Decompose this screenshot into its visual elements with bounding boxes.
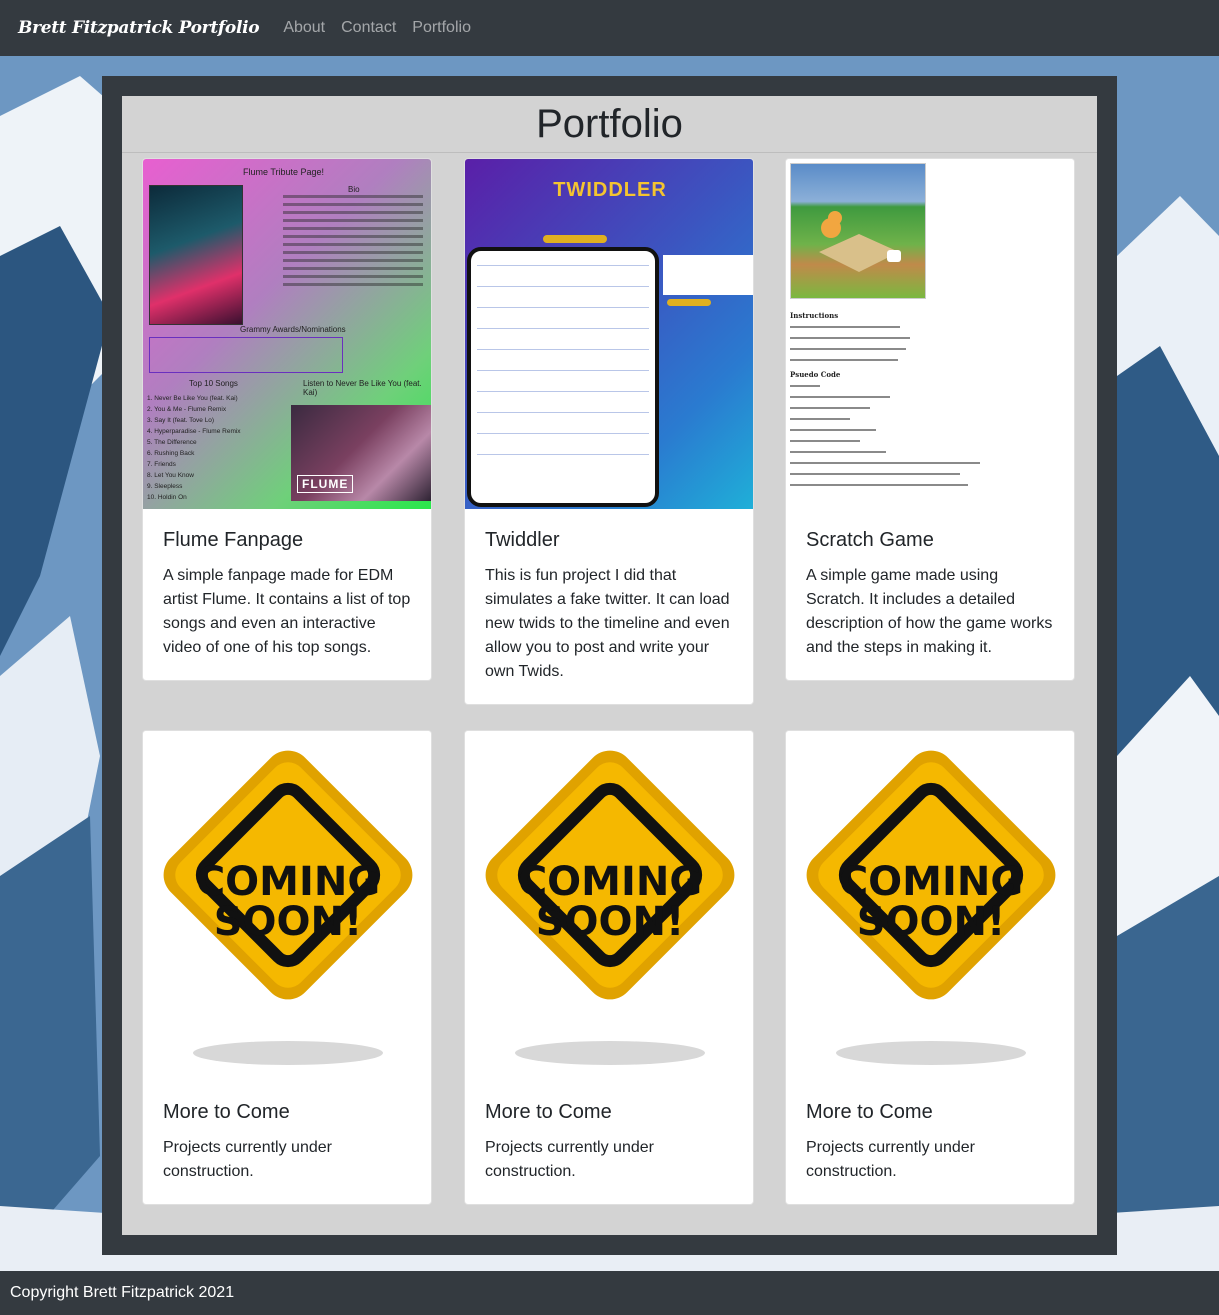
card-text: A simple fanpage made for EDM artist Flu…: [163, 567, 411, 656]
card-text: Projects currently under construction.: [163, 1139, 332, 1180]
flume-awards-table: [149, 337, 343, 373]
card-body: More to Come Projects currently under co…: [786, 1081, 1074, 1204]
flume-video-embed: FLUME: [291, 405, 431, 501]
portfolio-panel: Portfolio Flume Tribute Page! Bio Grammy…: [122, 96, 1097, 1235]
twiddler-post-button-graphic: [667, 299, 711, 306]
card-title: More to Come: [163, 1101, 290, 1123]
nav-link-about[interactable]: About: [283, 19, 325, 37]
card-text: Projects currently under construction.: [485, 1139, 654, 1180]
twiddler-post-form-graphic: [663, 255, 753, 295]
flume-screenshot-image: Flume Tribute Page! Bio Grammy Awards/No…: [143, 159, 431, 509]
twiddler-timeline-graphic: [467, 247, 659, 507]
project-card-twiddler[interactable]: TWIDDLER Twiddler This is fun project I …: [464, 158, 754, 705]
flume-thumb-heading: Flume Tribute Page!: [243, 167, 325, 177]
twiddler-thumb-title: TWIDDLER: [553, 179, 667, 201]
flume-artist-photo: [149, 185, 243, 325]
coming-soon-sign-image: COMING SOON!: [465, 731, 753, 1081]
twiddler-screenshot-image: TWIDDLER: [465, 159, 753, 509]
project-card-coming-soon-2[interactable]: COMING SOON! More to Come Projects curre…: [464, 730, 754, 1205]
flume-video-logo: FLUME: [297, 475, 354, 493]
coming-soon-sign-icon: COMING SOON!: [485, 750, 735, 1065]
scratch-instructions-text: Instructions Psuedo Code: [790, 311, 990, 495]
card-body: Twiddler This is fun project I did that …: [465, 509, 753, 704]
flume-songs-list: 1. Never Be Like You (feat. Kai) 2. You …: [147, 395, 241, 501]
coming-soon-sign-icon: COMING SOON!: [163, 750, 413, 1065]
card-title: Twiddler: [485, 529, 560, 551]
svg-text:SOON!: SOON!: [536, 899, 685, 945]
project-card-coming-soon-3[interactable]: COMING SOON! More to Come Projects curre…: [785, 730, 1075, 1205]
twiddler-load-button-graphic: [543, 235, 607, 243]
portfolio-frame: Portfolio Flume Tribute Page! Bio Grammy…: [102, 76, 1117, 1255]
page-title: Portfolio: [536, 102, 683, 146]
card-text: A simple game made using Scratch. It inc…: [806, 567, 1053, 656]
scratch-stage-graphic: [790, 163, 926, 299]
copyright-text: Copyright Brett Fitzpatrick 2021: [10, 1284, 235, 1301]
card-title: Flume Fanpage: [163, 529, 304, 551]
title-divider: [122, 152, 1097, 153]
project-card-flume[interactable]: Flume Tribute Page! Bio Grammy Awards/No…: [142, 158, 432, 681]
coming-soon-sign-image: COMING SOON!: [786, 731, 1074, 1081]
flume-thumb-listen-heading: Listen to Never Be Like You (feat. Kai): [303, 379, 422, 397]
svg-text:SOON!: SOON!: [214, 899, 363, 945]
card-title: Scratch Game: [806, 529, 934, 551]
flume-thumb-songs-heading: Top 10 Songs: [189, 379, 238, 388]
card-title: More to Come: [806, 1101, 933, 1123]
flume-bio-text: [283, 195, 423, 291]
scratch-screenshot-image: Instructions Psuedo Code: [786, 159, 1074, 509]
nav-link-portfolio[interactable]: Portfolio: [412, 19, 471, 37]
card-body: Scratch Game A simple game made using Sc…: [786, 509, 1074, 680]
navbar: Brett Fitzpatrick Portfolio About Contac…: [0, 0, 1219, 56]
nav-link-contact[interactable]: Contact: [341, 19, 396, 37]
flume-thumb-bio: Bio: [348, 185, 360, 194]
card-body: More to Come Projects currently under co…: [143, 1081, 431, 1204]
card-body: Flume Fanpage A simple fanpage made for …: [143, 509, 431, 680]
coming-soon-sign-image: COMING SOON!: [143, 731, 431, 1081]
flume-thumb-awards: Grammy Awards/Nominations: [240, 325, 346, 334]
card-text: This is fun project I did that simulates…: [485, 567, 730, 680]
card-body: More to Come Projects currently under co…: [465, 1081, 753, 1204]
project-card-scratch[interactable]: Instructions Psuedo Code Scratch Game A …: [785, 158, 1075, 681]
svg-text:SOON!: SOON!: [857, 899, 1006, 945]
coming-soon-sign-icon: COMING SOON!: [806, 750, 1056, 1065]
card-text: Projects currently under construction.: [806, 1139, 975, 1180]
project-card-coming-soon-1[interactable]: COMING SOON! More to Come Projects curre…: [142, 730, 432, 1205]
footer: Copyright Brett Fitzpatrick 2021: [0, 1271, 1219, 1315]
brand-link[interactable]: Brett Fitzpatrick Portfolio: [18, 18, 260, 38]
card-title: More to Come: [485, 1101, 612, 1123]
